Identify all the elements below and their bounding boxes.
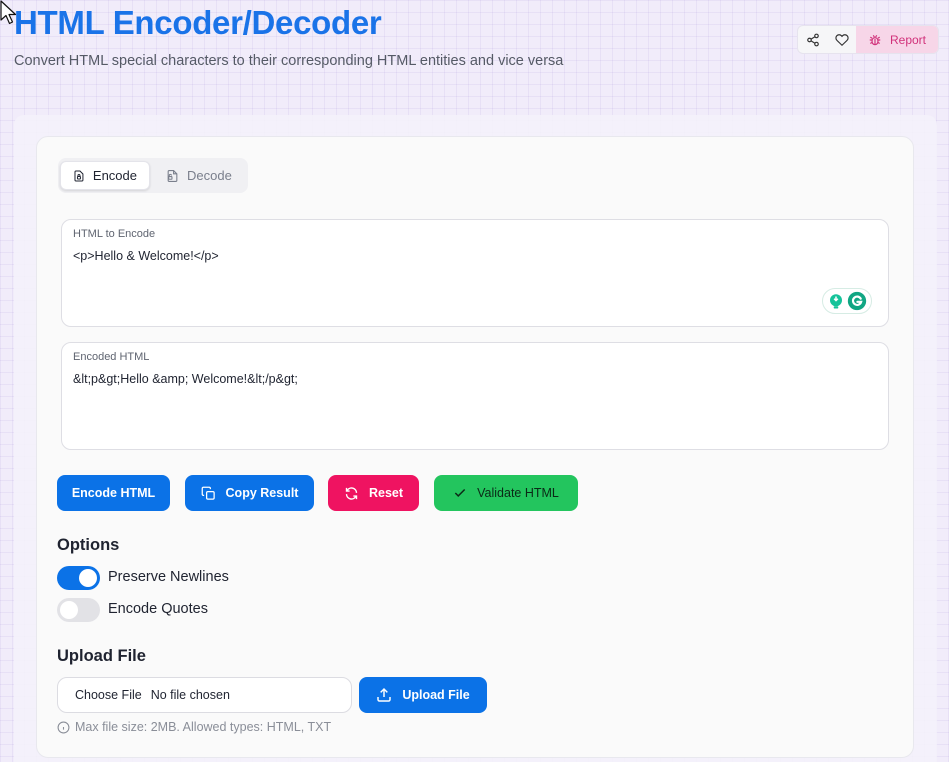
validate-html-button[interactable]: Validate HTML [434,475,578,511]
upload-hint-text: Max file size: 2MB. Allowed types: HTML,… [75,720,332,734]
lightbulb-icon [830,294,842,309]
encode-html-button[interactable]: Encode HTML [57,475,170,511]
encode-quotes-label: Encode Quotes [108,601,208,617]
file-status: No file chosen [150,688,230,702]
preserve-newlines-label: Preserve Newlines [108,569,229,585]
tab-decode-label: Decode [187,168,232,183]
page-subtitle: Convert HTML special characters to their… [14,53,564,69]
encode-html-label: Encode HTML [71,486,156,500]
choose-file-button[interactable]: Choose File [75,688,142,702]
bug-icon [869,34,881,45]
check-icon [454,488,466,497]
page-title: HTML Encoder/Decoder [14,4,382,41]
copy-result-label: Copy Result [225,486,299,500]
share-icon [806,33,819,46]
copy-result-button[interactable]: Copy Result [185,475,314,511]
encoded-output-field[interactable]: Encoded HTML &lt;p&gt;Hello &amp; Welcom… [61,342,889,450]
reset-button[interactable]: Reset [328,475,419,511]
file-input[interactable]: Choose File No file chosen [57,677,352,713]
output-value[interactable]: &lt;p&gt;Hello &amp; Welcome!&lt;/p&gt; [73,372,298,386]
file-unlock-icon [167,169,178,182]
encode-quotes-toggle[interactable] [57,598,100,622]
options-title: Options [57,536,120,554]
toggle-knob [79,569,97,587]
upload-hint: Max file size: 2MB. Allowed types: HTML,… [57,720,331,734]
toggle-knob [60,601,78,619]
upload-file-button[interactable]: Upload File [359,677,487,713]
favorite-button[interactable] [827,26,856,53]
tab-decode[interactable]: Decode [154,161,246,190]
input-label: HTML to Encode [73,228,156,240]
upload-file-label: Upload File [402,688,470,702]
preserve-newlines-toggle[interactable] [57,566,100,590]
heart-icon [834,33,849,46]
reset-label: Reset [368,486,404,500]
output-label: Encoded HTML [73,351,150,363]
info-icon [57,721,70,733]
refresh-icon [345,486,358,500]
grammarly-icon [847,291,867,311]
upload-icon [377,687,392,702]
validate-html-label: Validate HTML [477,486,559,500]
mode-tabs: Encode Decode [58,158,248,193]
report-button[interactable]: Report [856,26,938,53]
grammarly-widget[interactable] [822,288,872,314]
html-input-field[interactable]: HTML to Encode <p>Hello & Welcome!</p> [61,219,889,327]
tab-encode[interactable]: Encode [60,161,150,190]
share-button[interactable] [798,26,827,53]
report-label: Report [889,32,927,47]
top-actions: Report [797,25,939,54]
input-value[interactable]: <p>Hello & Welcome!</p> [73,249,219,263]
file-lock-icon [74,170,84,181]
copy-icon [201,486,215,500]
tab-encode-label: Encode [92,168,137,183]
upload-title: Upload File [57,647,146,665]
